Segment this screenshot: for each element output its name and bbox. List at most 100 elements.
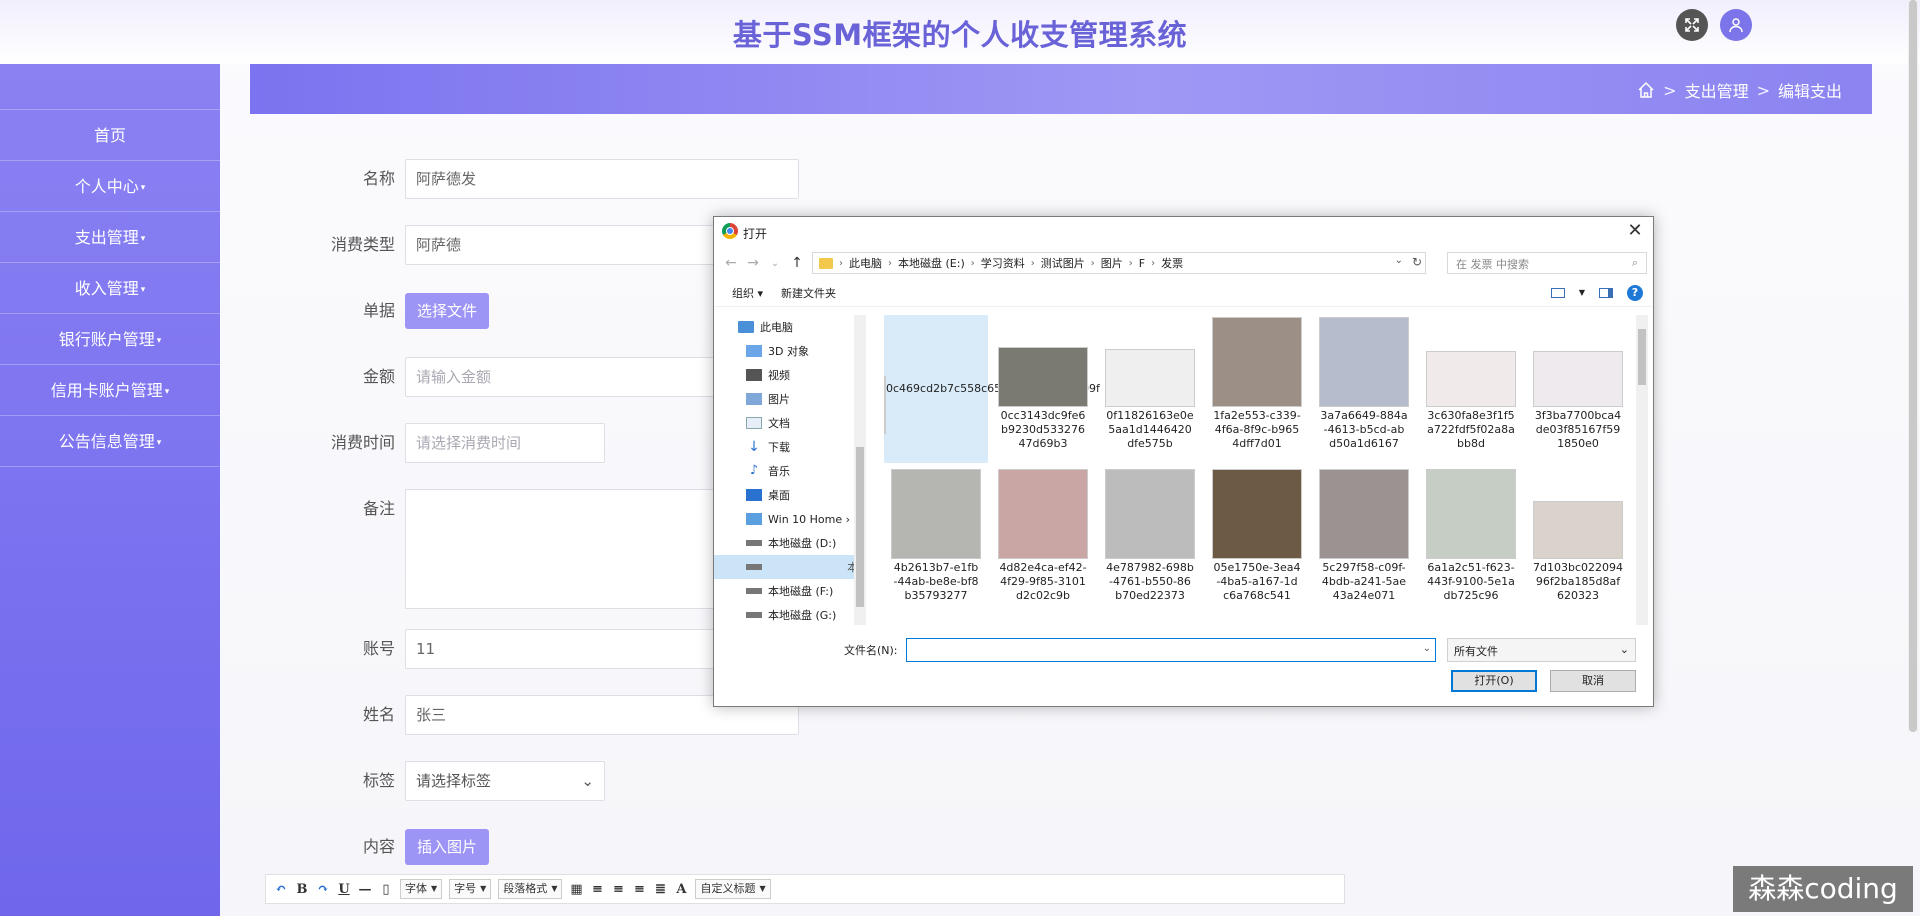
align-left-icon[interactable]: ≡ xyxy=(590,882,604,897)
sidebar-item-personal[interactable]: 个人中心 ▾ xyxy=(0,161,220,212)
sidebar-item-income[interactable]: 收入管理 ▾ xyxy=(0,263,220,314)
file-item[interactable]: 7d103bc022094 96f2ba185d8af 620323 xyxy=(1526,467,1630,615)
scrollbar-thumb[interactable] xyxy=(856,447,864,607)
chevron-down-icon[interactable]: ⌄ xyxy=(1423,643,1431,654)
sidebar-item-credit-card[interactable]: 信用卡账户管理 ▾ xyxy=(0,365,220,416)
file-item[interactable]: 0c469cd2b7c558c6546d6bd03fd7209f xyxy=(884,315,1100,463)
path-segment[interactable]: 学习资料 xyxy=(981,255,1025,271)
align-center-icon[interactable]: ≡ xyxy=(611,882,625,897)
bold-icon[interactable]: B xyxy=(295,882,309,897)
insert-image-button[interactable]: 插入图片 xyxy=(405,829,490,865)
file-item[interactable]: 0cc3143dc9fe6 b9230d533276 47d69b3 xyxy=(991,315,1095,463)
undo-icon[interactable]: ↶ xyxy=(274,882,288,897)
filetype-select[interactable]: 所有文件 ⌄ xyxy=(1447,638,1636,662)
clear-format-icon[interactable]: ▯ xyxy=(379,882,393,897)
back-arrow-icon[interactable]: ← xyxy=(720,255,742,271)
nav-item[interactable]: 3D 对象 xyxy=(714,339,866,363)
change-view-icon[interactable] xyxy=(1550,287,1565,298)
file-item[interactable]: 3f3ba7700bca4 de03f85167f59 1850e0 xyxy=(1526,315,1630,463)
path-segment[interactable]: 本地磁盘 (E:) xyxy=(898,255,965,271)
forward-arrow-icon[interactable]: → xyxy=(742,255,764,271)
file-item[interactable]: 05e1750e-3ea4 -4ba5-a167-1d c6a768c541 xyxy=(1205,467,1309,615)
form-row-receipt: 单据 选择文件 xyxy=(330,291,490,331)
sidebar-item-bank-account[interactable]: 银行账户管理 ▾ xyxy=(0,314,220,365)
breadcrumb-expense[interactable]: 支出管理 xyxy=(1685,78,1749,102)
filename-input[interactable]: ⌄ xyxy=(906,638,1436,662)
file-item[interactable]: 1fa2e553-c339- 4f6a-8f9c-b965 4dff7d01 xyxy=(1205,315,1309,463)
page-scrollbar[interactable] xyxy=(1908,0,1918,732)
open-button[interactable]: 打开(O) xyxy=(1451,670,1537,692)
tag-select[interactable]: 请选择标签 ⌄ xyxy=(405,761,605,801)
nav-item[interactable]: 此电脑 xyxy=(714,315,866,339)
file-name-line: -4613-b5cd-ab xyxy=(1323,423,1405,436)
sidebar-item-label: 信用卡账户管理 xyxy=(50,381,163,400)
nav-item[interactable]: 本地磁盘 (F:) xyxy=(714,579,866,603)
close-icon[interactable]: ✕ xyxy=(1623,220,1647,241)
custom-title-dropdown[interactable]: 自定义标题 ▼ xyxy=(695,879,771,899)
user-avatar-button[interactable] xyxy=(1720,9,1752,41)
nav-item[interactable]: 本地磁盘 (G:) xyxy=(714,603,866,625)
preview-pane-icon[interactable] xyxy=(1599,287,1613,298)
align-right-icon[interactable]: ≡ xyxy=(632,882,646,897)
nav-item-selected[interactable]: 本地磁盘 (E:) xyxy=(714,555,866,579)
nav-item[interactable]: 视频 xyxy=(714,363,866,387)
sidebar-item-expense[interactable]: 支出管理 ▾ xyxy=(0,212,220,263)
file-item[interactable]: 6a1a2c51-f623- 443f-9100-5e1a db725c96 xyxy=(1419,467,1523,615)
underline-icon[interactable]: U xyxy=(337,882,351,897)
nav-item[interactable]: 文档 xyxy=(714,411,866,435)
name-input[interactable]: 阿萨德发 xyxy=(405,159,799,199)
recent-dropdown-icon[interactable]: ⌄ xyxy=(764,258,786,269)
file-item[interactable]: 4e787982-698b -4761-b550-86 b70ed22373 xyxy=(1098,467,1202,615)
scrollbar-thumb[interactable] xyxy=(1909,0,1917,732)
cancel-button[interactable]: 取消 xyxy=(1550,670,1636,692)
file-item[interactable]: 3a7a6649-884a -4613-b5cd-ab d50a1d6167 xyxy=(1312,315,1416,463)
file-item[interactable]: 3c630fa8e3f1f5 a722fdf5f02a8a bb8d xyxy=(1419,315,1523,463)
nav-scrollbar[interactable] xyxy=(854,315,866,625)
file-item[interactable]: 4d82e4ca-ef42- 4f29-9f85-3101 d2c02c9b xyxy=(991,467,1095,615)
new-folder-button[interactable]: 新建文件夹 xyxy=(781,285,836,301)
table-icon[interactable]: ▦ xyxy=(569,882,583,897)
chevron-down-icon: ⌄ xyxy=(1619,643,1629,656)
path-segment[interactable]: 发票 xyxy=(1161,255,1183,271)
scrollbar-thumb[interactable] xyxy=(1638,329,1646,385)
horizontal-rule-icon[interactable]: — xyxy=(358,882,372,897)
path-segment[interactable]: 此电脑 xyxy=(849,255,882,271)
fullscreen-button[interactable] xyxy=(1676,9,1708,41)
nav-item[interactable]: ♪ 音乐 xyxy=(714,459,866,483)
font-size-dropdown[interactable]: 字号 ▼ xyxy=(449,879,492,899)
home-icon[interactable] xyxy=(1637,81,1655,99)
nav-item[interactable]: 本地磁盘 (D:) xyxy=(714,531,866,555)
nav-item-label: 3D 对象 xyxy=(768,345,809,358)
nav-item[interactable]: ↓ 下载 xyxy=(714,435,866,459)
path-segment[interactable]: F xyxy=(1139,257,1145,270)
search-input[interactable]: 在 发票 中搜索 ⌕ xyxy=(1447,252,1647,274)
view-dropdown-icon[interactable]: ▼ xyxy=(1579,288,1585,297)
paragraph-dropdown[interactable]: 段落格式 ▼ xyxy=(498,879,563,899)
organize-menu[interactable]: 组织 ▾ xyxy=(732,285,763,301)
help-icon[interactable]: ? xyxy=(1627,284,1643,301)
nav-item[interactable]: 桌面 xyxy=(714,483,866,507)
sidebar-item-announcement[interactable]: 公告信息管理 ▾ xyxy=(0,416,220,467)
address-bar[interactable]: › 此电脑 › 本地磁盘 (E:) › 学习资料 › 测试图片 › 图片 › F… xyxy=(812,252,1426,274)
up-arrow-icon[interactable]: ↑ xyxy=(786,255,808,271)
path-segment[interactable]: 测试图片 xyxy=(1041,255,1085,271)
path-segment[interactable]: 图片 xyxy=(1101,255,1123,271)
time-input[interactable]: 请选择消费时间 xyxy=(405,423,605,463)
redo-icon[interactable]: ↷ xyxy=(316,882,330,897)
file-item[interactable]: 5c297f58-c09f- 4bdb-a241-5ae 43a24e071 xyxy=(1312,467,1416,615)
nav-item[interactable]: 图片 xyxy=(714,387,866,411)
address-dropdown-icon[interactable]: ⌄ xyxy=(1395,255,1403,266)
file-scrollbar[interactable] xyxy=(1636,315,1648,625)
file-item[interactable]: 4b2613b7-e1fb -44ab-be8e-bf8 b35793277 xyxy=(884,467,988,615)
file-thumbnail xyxy=(1319,469,1409,559)
font-family-dropdown[interactable]: 字体 ▼ xyxy=(400,879,443,899)
align-justify-icon[interactable]: ≣ xyxy=(653,882,667,897)
file-item[interactable]: 0f11826163e0e 5aa1d1446420 dfe575b xyxy=(1098,315,1202,463)
choose-file-button[interactable]: 选择文件 xyxy=(405,293,490,329)
nav-item[interactable]: Win 10 Home › xyxy=(714,507,866,531)
refresh-icon[interactable]: ↻ xyxy=(1412,255,1422,269)
font-color-icon[interactable]: A xyxy=(674,882,688,897)
chevron-right-icon: › xyxy=(839,257,843,269)
sidebar-item-home[interactable]: 首页 xyxy=(0,110,220,161)
file-grid: 0c469cd2b7c558c6546d6bd03fd7209f 0cc3143… xyxy=(884,315,1634,625)
